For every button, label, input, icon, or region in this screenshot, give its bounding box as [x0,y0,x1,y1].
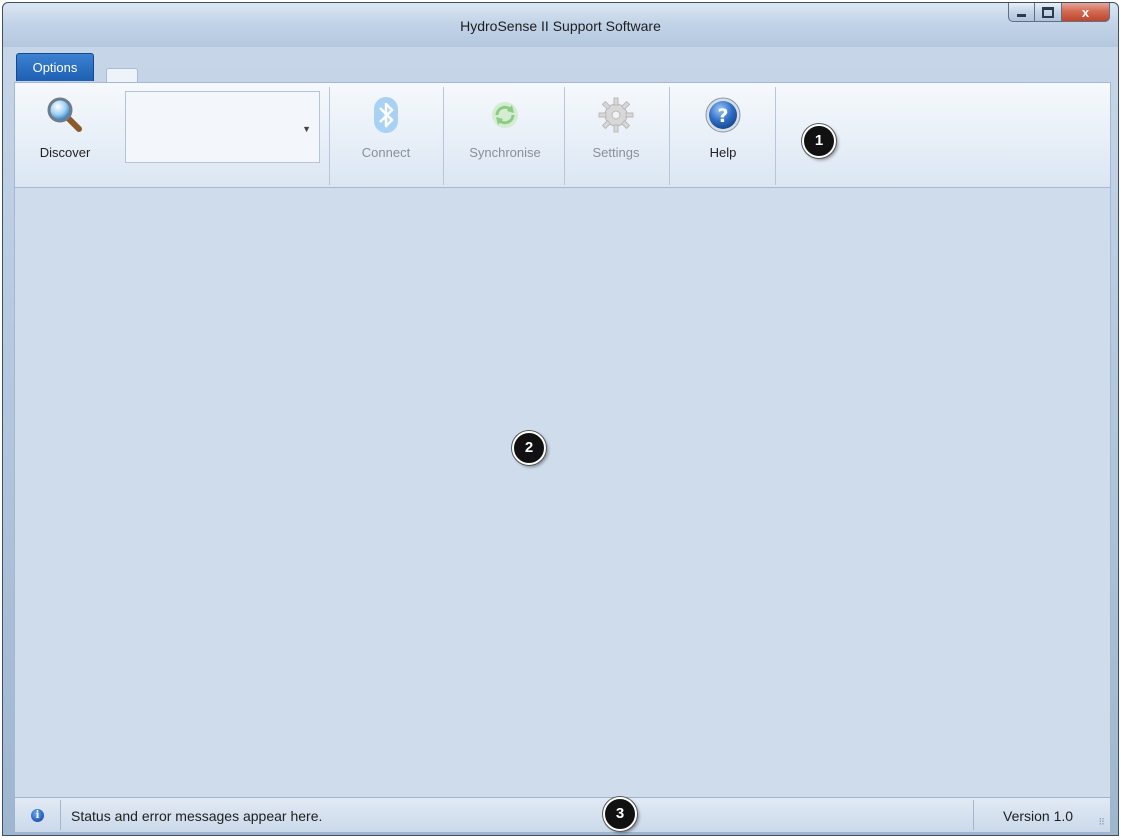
chevron-down-icon: ▼ [302,124,311,134]
maximize-button[interactable] [1035,3,1062,22]
ribbon-separator [564,87,565,185]
connect-label: Connect [361,145,411,160]
callout-2: 2 [512,431,546,465]
ribbon-toolbar: Discover ▼ Connect Synchronise Settings … [14,82,1111,188]
tab-quick-access[interactable] [106,68,138,83]
sync-icon [492,102,518,128]
bluetooth-icon [374,97,398,133]
close-button[interactable]: x [1062,3,1110,22]
status-separator [973,800,974,830]
content-area [14,188,1111,797]
status-bar: i Status and error messages appear here.… [14,797,1111,833]
help-label: Help [709,145,737,160]
tab-options[interactable]: Options [16,53,94,81]
discover-label: Discover [39,145,91,160]
window-controls: x [1008,3,1110,22]
title-bar[interactable]: HydroSense II Support Software x [3,3,1118,47]
ribbon-separator [443,87,444,185]
device-dropdown[interactable]: ▼ [125,91,320,163]
help-icon: ? [705,97,741,133]
gear-icon [598,97,634,133]
ribbon-separator [669,87,670,185]
window-title: HydroSense II Support Software [460,18,661,34]
ribbon-separator [329,87,330,185]
ribbon-separator [775,87,776,185]
version-label: Version 1.0 [1003,808,1074,824]
help-button[interactable]: ? Help [671,83,775,187]
settings-label: Settings [592,145,640,160]
discover-button[interactable]: Discover [23,83,107,187]
status-message: Status and error messages appear here. [71,808,323,824]
connect-button[interactable]: Connect [331,83,441,187]
resize-grip-icon[interactable]: ⠿ [1098,817,1105,828]
status-separator [60,800,61,830]
synchronise-label: Synchronise [469,145,541,160]
info-icon: i [31,809,44,822]
svg-text:?: ? [717,105,728,127]
synchronise-button[interactable]: Synchronise [445,83,565,187]
minimize-button[interactable] [1008,3,1035,22]
maximize-icon [1042,6,1054,18]
minimize-icon [1017,13,1026,17]
settings-button[interactable]: Settings [566,83,666,187]
callout-3: 3 [603,797,637,831]
close-icon: x [1081,4,1090,20]
callout-1: 1 [802,124,836,158]
magnifier-icon [47,97,82,132]
